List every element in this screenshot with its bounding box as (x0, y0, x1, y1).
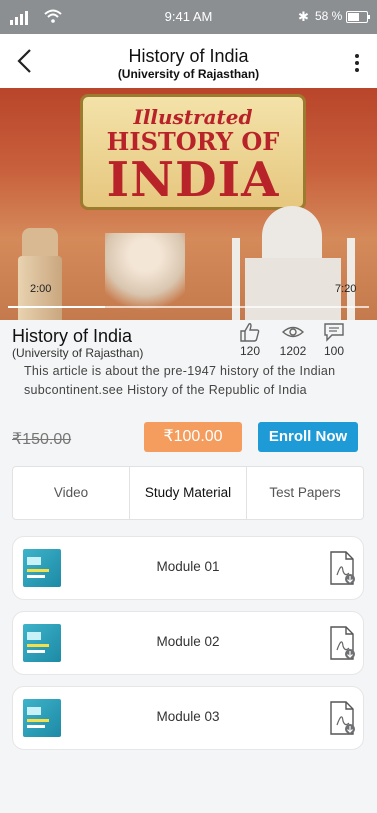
pdf-download-icon[interactable] (329, 701, 355, 735)
pdf-download-icon[interactable] (329, 626, 355, 660)
video-player[interactable]: Illustrated HISTORY OF INDIA 2:00 7:20 (0, 88, 377, 320)
video-elapsed-time: 2:00 (30, 283, 52, 295)
views-count: 1202 (279, 344, 307, 358)
video-progress-bar[interactable] (8, 306, 369, 308)
module-label: Module 02 (156, 634, 220, 649)
module-item[interactable]: Module 02 (12, 611, 364, 675)
module-item[interactable]: Module 03 (12, 686, 364, 750)
status-bar: 9:41 AM ✱ 58 % (0, 0, 377, 34)
content-tabs: Video Study Material Test Papers (12, 466, 364, 520)
module-label: Module 03 (156, 709, 220, 724)
tab-test-papers[interactable]: Test Papers (247, 467, 363, 519)
tab-video[interactable]: Video (13, 467, 129, 519)
course-description: This article is about the pre-1947 histo… (24, 364, 336, 397)
cover-text-line3: INDIA (106, 152, 280, 208)
app-header: History of India (University of Rajastha… (0, 34, 377, 89)
thumbs-up-icon (240, 323, 260, 342)
course-subtitle: (University of Rajasthan) (12, 346, 144, 360)
likes-count: 120 (239, 344, 261, 358)
comments-count: 100 (323, 344, 345, 358)
module-item[interactable]: Module 01 (12, 536, 364, 600)
battery-icon (346, 11, 370, 23)
original-price: ₹150.00 (12, 431, 72, 448)
book-cover-title: Illustrated HISTORY OF INDIA (80, 94, 306, 210)
likes-stat[interactable]: 120 (230, 322, 270, 358)
taj-mahal-illustration (245, 258, 341, 320)
price-button[interactable]: ₹100.00 (144, 422, 242, 452)
comment-icon (324, 323, 344, 342)
page-title: History of India (128, 46, 249, 66)
views-stat: 1202 (273, 322, 313, 358)
more-vertical-icon[interactable] (355, 54, 359, 75)
video-progress-fill (8, 306, 106, 308)
cover-text-line1: Illustrated (133, 105, 253, 129)
pdf-download-icon[interactable] (329, 551, 355, 585)
module-label: Module 01 (156, 559, 220, 574)
course-title: History of India (12, 326, 133, 346)
enroll-now-button[interactable]: Enroll Now (258, 422, 358, 452)
eye-icon (282, 326, 304, 338)
comments-stat[interactable]: 100 (314, 322, 354, 358)
tab-study-material[interactable]: Study Material (129, 467, 247, 519)
bluetooth-icon: ✱ (298, 9, 309, 24)
page-subtitle: (University of Rajasthan) (117, 67, 260, 81)
battery-percent: 58 % (315, 9, 343, 23)
video-duration: 7:20 (335, 283, 357, 295)
